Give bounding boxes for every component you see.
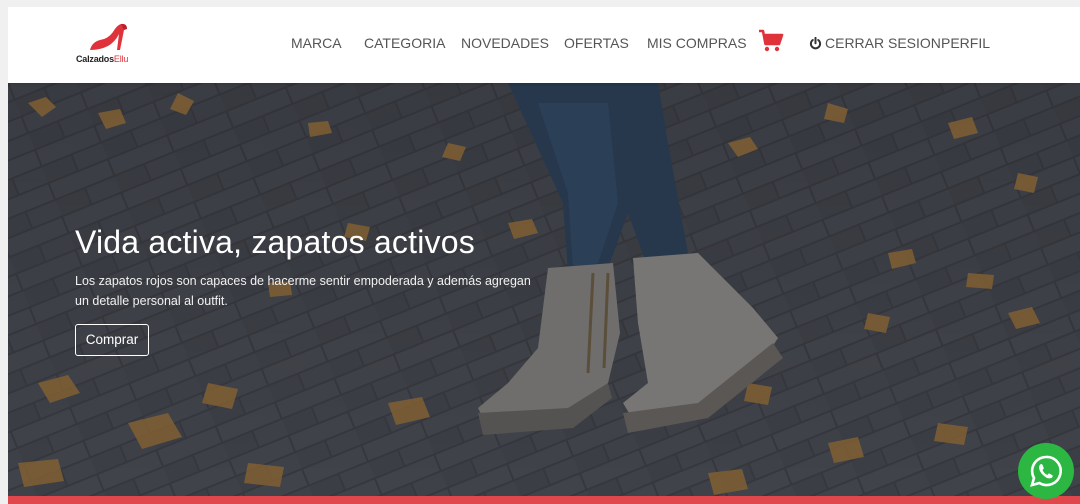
whatsapp-icon <box>1030 455 1062 487</box>
accent-bar <box>8 496 1080 504</box>
nav-item-categoria[interactable]: CATEGORIA <box>364 35 445 51</box>
nav-item-perfil[interactable]: PERFIL <box>941 35 990 51</box>
logout-link[interactable]: CERRAR SESION <box>809 35 941 51</box>
hero-title: Vida activa, zapatos activos <box>75 224 475 260</box>
nav-item-mis-compras[interactable]: MIS COMPRAS <box>647 35 747 51</box>
nav-item-marca[interactable]: MARCA <box>291 35 342 51</box>
hero-description: Los zapatos rojos son capaces de hacerme… <box>75 274 531 308</box>
nav-item-ofertas[interactable]: OFERTAS <box>564 35 629 51</box>
main-nav: MARCA CATEGORIA NOVEDADES OFERTAS MIS CO… <box>8 7 1080 83</box>
comprar-button[interactable]: Comprar <box>75 324 149 356</box>
shopping-cart-icon[interactable] <box>758 29 784 53</box>
whatsapp-button[interactable] <box>1018 443 1074 499</box>
navbar: CalzadosEllu MARCA CATEGORIA NOVEDADES O… <box>8 7 1080 83</box>
page-frame: CalzadosEllu MARCA CATEGORIA NOVEDADES O… <box>8 7 1080 504</box>
nav-item-novedades[interactable]: NOVEDADES <box>461 35 549 51</box>
hero-banner: Vida activa, zapatos activos Los zapatos… <box>8 83 1080 504</box>
power-icon <box>809 37 822 50</box>
logout-label: CERRAR SESION <box>825 35 941 51</box>
